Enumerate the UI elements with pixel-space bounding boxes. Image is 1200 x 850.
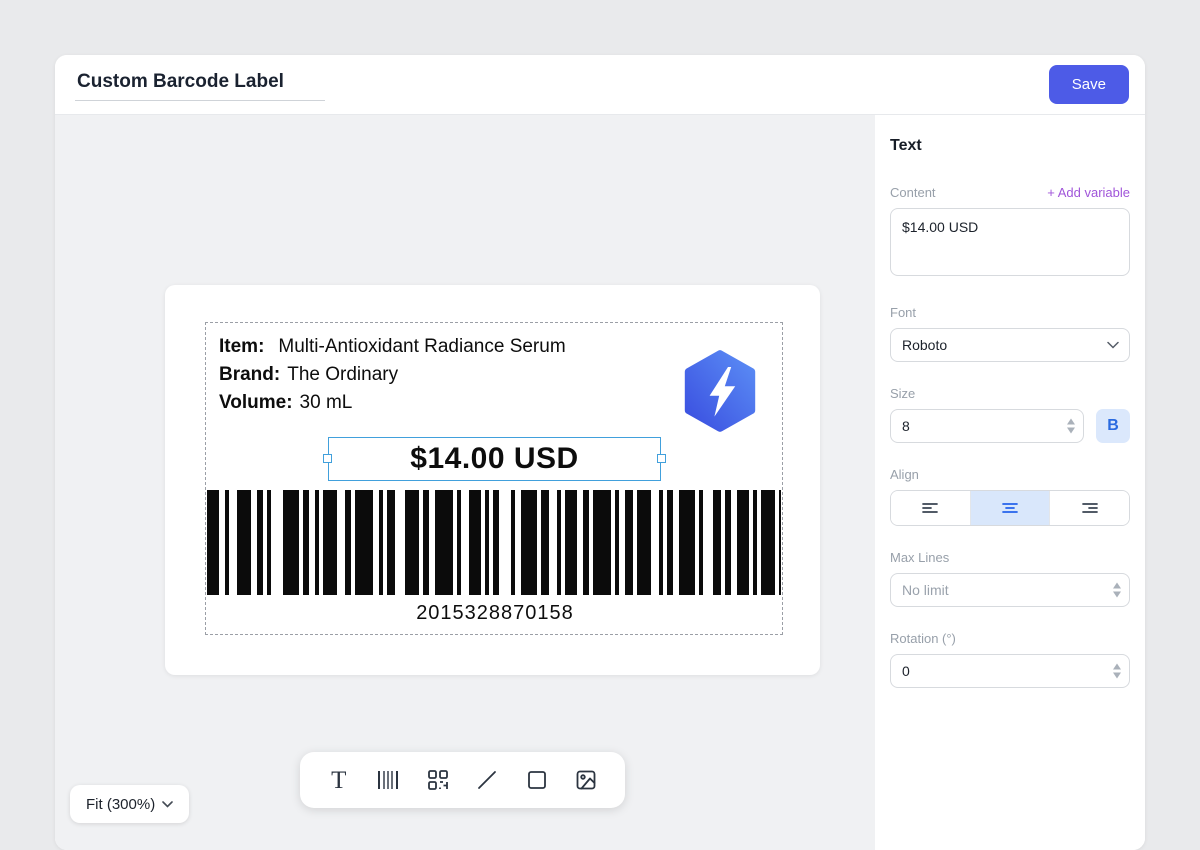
item-value: Multi-Antioxidant Radiance Serum [278, 336, 565, 357]
add-variable-button[interactable]: + Add variable [1047, 185, 1130, 200]
content-label: Content [890, 185, 936, 200]
font-label: Font [890, 305, 1130, 320]
item-label: Item: [219, 336, 264, 357]
price-text: $14.00 USD [410, 442, 578, 476]
image-tool-button[interactable] [569, 763, 603, 797]
max-lines-input[interactable] [890, 573, 1130, 607]
rectangle-tool-button[interactable] [520, 763, 554, 797]
content-textarea[interactable]: $14.00 USD [890, 208, 1130, 276]
qr-code-tool-button[interactable] [421, 763, 455, 797]
text-tool-button[interactable]: T [322, 763, 356, 797]
brand-label: Brand: [219, 364, 280, 385]
app-window: Custom Barcode Label Save Item: Multi-Ant… [55, 55, 1145, 850]
align-left-icon [920, 501, 940, 515]
image-icon [574, 768, 598, 792]
qr-code-icon [426, 768, 450, 792]
size-stepper[interactable] [1067, 419, 1075, 434]
resize-handle-right[interactable] [657, 454, 666, 463]
line-tool-button[interactable] [470, 763, 504, 797]
align-center-icon [1000, 501, 1020, 515]
chevron-down-icon [162, 801, 173, 808]
align-left-button[interactable] [891, 491, 970, 525]
barcode-tool-button[interactable] [371, 763, 405, 797]
label-title-input[interactable]: Custom Barcode Label [75, 69, 325, 101]
rectangle-icon [525, 768, 549, 792]
header: Custom Barcode Label Save [55, 55, 1145, 115]
chevron-down-icon [1107, 341, 1119, 349]
align-right-button[interactable] [1049, 491, 1129, 525]
resize-handle-left[interactable] [323, 454, 332, 463]
design-canvas[interactable]: Item: Multi-Antioxidant Radiance Serum Br… [55, 115, 875, 850]
align-center-button[interactable] [970, 491, 1050, 525]
text-icon: T [331, 768, 346, 793]
align-right-icon [1080, 501, 1100, 515]
line-icon [475, 768, 499, 792]
barcode-icon [375, 768, 401, 792]
label-info-text[interactable]: Item: Multi-Antioxidant Radiance Serum Br… [219, 333, 566, 417]
panel-heading: Text [890, 137, 1130, 155]
max-lines-stepper[interactable] [1113, 583, 1121, 598]
size-label: Size [890, 386, 1130, 401]
max-lines-label: Max Lines [890, 550, 1130, 565]
element-toolbar: T [300, 752, 625, 808]
zoom-fit-label: Fit (300%) [86, 796, 155, 813]
label-boundary: Item: Multi-Antioxidant Radiance Serum Br… [205, 322, 783, 635]
brand-line: Brand: The Ordinary [219, 361, 566, 389]
volume-value: 30 mL [300, 392, 353, 413]
brand-value: The Ordinary [287, 364, 398, 385]
barcode-element[interactable]: 2015328870158 [207, 490, 783, 625]
zoom-fit-button[interactable]: Fit (300%) [70, 785, 189, 823]
selected-text-element[interactable]: $14.00 USD [328, 437, 661, 481]
bold-toggle-button[interactable]: B [1096, 409, 1130, 443]
volume-line: Volume: 30 mL [219, 389, 566, 417]
rotation-input[interactable] [890, 654, 1130, 688]
hexagon-lightning-logo-icon[interactable] [680, 349, 760, 433]
item-line: Item: Multi-Antioxidant Radiance Serum [219, 333, 566, 361]
save-button[interactable]: Save [1049, 65, 1129, 104]
barcode-bars [207, 490, 783, 595]
rotation-label: Rotation (°) [890, 631, 1130, 646]
volume-label: Volume: [219, 392, 293, 413]
label-preview-card[interactable]: Item: Multi-Antioxidant Radiance Serum Br… [165, 285, 820, 675]
font-select-value: Roboto [902, 337, 947, 353]
align-label: Align [890, 467, 1130, 482]
rotation-stepper[interactable] [1113, 664, 1121, 679]
align-button-group [890, 490, 1130, 526]
barcode-digits: 2015328870158 [207, 602, 783, 625]
font-select[interactable]: Roboto [890, 328, 1130, 362]
properties-panel: Text Content + Add variable $14.00 USD F… [875, 115, 1145, 850]
size-input[interactable] [890, 409, 1084, 443]
